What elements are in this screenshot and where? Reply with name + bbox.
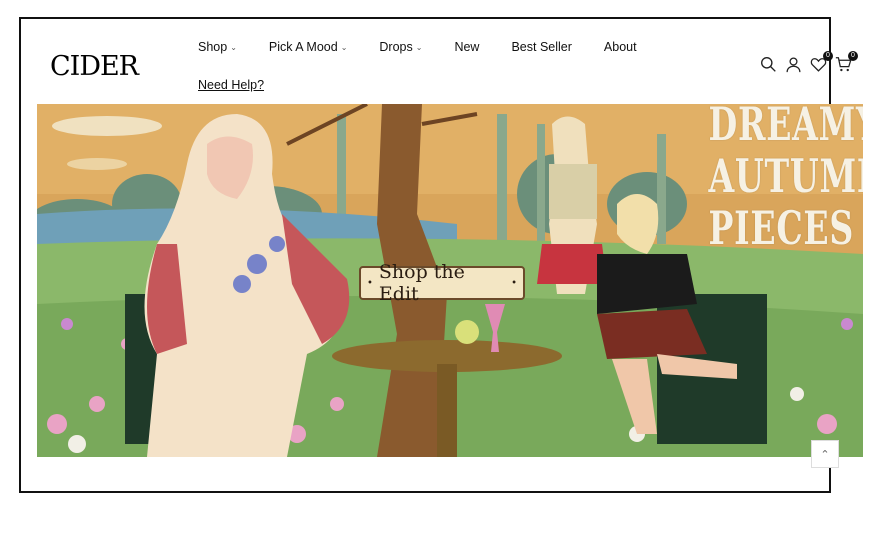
chevron-up-icon: ⌃: [820, 448, 830, 461]
search-icon[interactable]: [760, 56, 777, 73]
nav-item-label: Best Seller: [511, 40, 572, 54]
nav-item-new[interactable]: New: [454, 40, 479, 54]
chevron-down-icon: ⌄: [415, 42, 423, 52]
nav-item-label: Pick A Mood: [268, 40, 338, 54]
nav-item-about[interactable]: About: [604, 40, 637, 54]
main-nav: Shop ⌄ Pick A Mood ⌄ Drops ⌄ New Best Se…: [198, 40, 669, 54]
hero-title-line: AUTUMN: [708, 149, 863, 203]
cart-icon[interactable]: 0: [835, 51, 858, 73]
hero-title-line: DREAMY: [708, 104, 863, 151]
brand-logo[interactable]: CIDER: [50, 51, 139, 82]
nav-item-label: Drops: [379, 40, 413, 54]
heart-icon[interactable]: 0: [810, 51, 833, 73]
nav-item-label: Shop: [198, 40, 228, 54]
wishlist-count-badge: 0: [823, 51, 833, 61]
header-actions: 0 0: [760, 51, 858, 73]
need-help-link[interactable]: Need Help?: [198, 78, 264, 92]
chevron-down-icon: ⌄: [230, 42, 237, 52]
nav-item-best-seller[interactable]: Best Seller: [511, 40, 571, 54]
scroll-to-top-button[interactable]: ⌃: [811, 440, 839, 468]
hero-banner[interactable]: DREAMY AUTUMN PIECES Shop the Edit: [37, 104, 863, 457]
nav-item-drops[interactable]: Drops ⌄: [379, 40, 422, 54]
chevron-down-icon: ⌄: [340, 42, 348, 52]
hero-title: DREAMY AUTUMN PIECES: [685, 104, 863, 255]
nav-item-shop[interactable]: Shop ⌄: [198, 40, 237, 54]
nav-item-pick-a-mood[interactable]: Pick A Mood ⌄: [269, 40, 348, 54]
cart-count-badge: 0: [848, 51, 858, 61]
nav-item-label: New: [454, 40, 480, 54]
nav-item-label: About: [603, 40, 637, 54]
shop-the-edit-button[interactable]: Shop the Edit: [359, 261, 525, 305]
user-icon[interactable]: [785, 56, 802, 73]
hero-title-line: PIECES: [708, 201, 855, 255]
